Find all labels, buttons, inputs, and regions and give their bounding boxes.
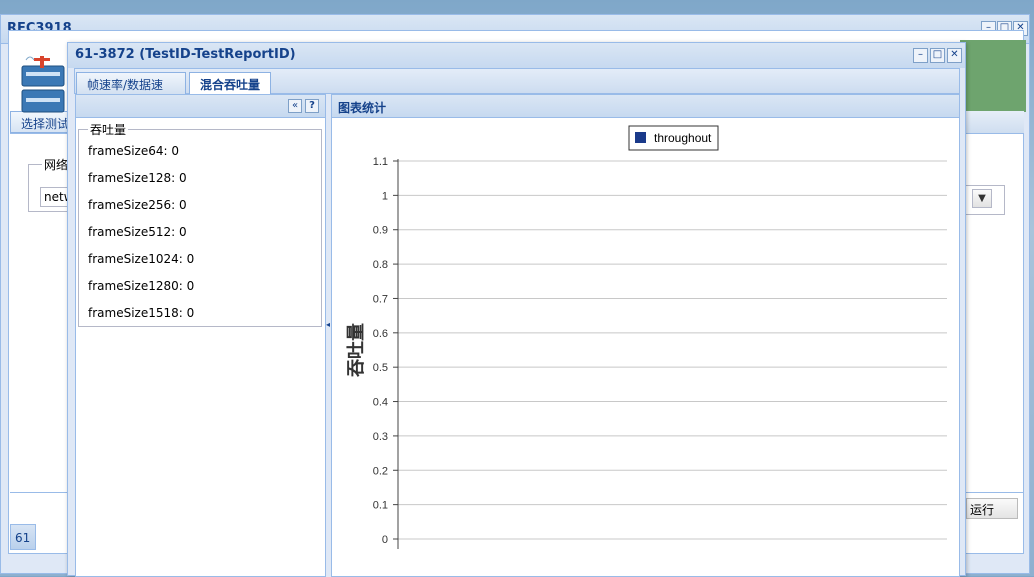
maximize-icon[interactable]: □ [930,48,945,63]
report-tab-bar: 帧速率/数据速率 混合吞吐量 [74,68,960,109]
frame-size-item: frameSize64: 0 [88,144,179,158]
run-button[interactable]: 运行 [966,498,1018,519]
throughput-panel: « ? 吞吐量 frameSize64: 0 frameSize128: 0 f… [75,94,326,577]
report-window-title: 61-3872 (TestID-TestReportID) [75,47,296,62]
y-tick-label: 0.5 [373,362,388,374]
frame-size-item: frameSize512: 0 [88,225,187,239]
frame-size-item: frameSize1518: 0 [88,306,195,320]
frame-size-item: frameSize1280: 0 [88,279,195,293]
y-axis-label: 吞吐量 [345,323,367,377]
taskbar-item[interactable]: 61 [10,524,36,550]
throughput-panel-header: « ? [76,95,325,118]
chevron-down-icon[interactable]: ▼ [972,189,992,208]
y-tick-label: 0.1 [373,500,388,512]
frame-size-item: frameSize128: 0 [88,171,187,185]
report-window: 61-3872 (TestID-TestReportID) – □ ✕ 帧速率/… [67,42,966,577]
y-tick-label: 0.9 [373,225,388,237]
chart-panel-header: 图表统计 [332,95,959,118]
network-legend: 网络 [42,156,71,173]
report-title-bar: 61-3872 (TestID-TestReportID) – □ ✕ [68,43,965,68]
y-tick-label: 0.2 [373,465,388,477]
y-tick-label: 0.8 [373,259,388,271]
chart-panel-title: 图表统计 [338,101,387,115]
y-tick-label: 0 [382,534,388,546]
double-chevron-left-icon[interactable]: « [288,99,302,113]
banner-graphic [960,40,1026,112]
y-tick-label: 0.6 [373,328,388,340]
chart-panel: 图表统计 throughout 0 0.1 0.2 0.3 0.4 0.5 0.6 0.7 0.8… [331,94,960,577]
y-tick-label: 0.7 [373,293,388,305]
help-icon[interactable]: ? [305,99,319,113]
legend-label: throughout [654,131,712,145]
throughput-chart: throughout 0 0.1 0.2 0.3 0.4 0.5 0.6 0.7 0.8 0.9 1 1… [345,125,947,549]
app-logo-icon [21,56,65,113]
minimize-icon[interactable]: – [913,48,928,63]
close-icon[interactable]: ✕ [947,48,962,63]
tab-frame-rate[interactable]: 帧速率/数据速率 [76,72,186,109]
y-tick-label: 0.4 [373,397,388,409]
throughput-legend: 吞吐量 [88,121,129,138]
tab-mixed-throughput[interactable]: 混合吞吐量 [189,72,271,95]
frame-size-item: frameSize256: 0 [88,198,187,212]
y-tick-label: 1 [382,190,388,202]
legend-swatch [635,132,646,143]
y-tick-label: 1.1 [373,156,388,168]
frame-size-item: frameSize1024: 0 [88,252,195,266]
y-tick-label: 0.3 [373,431,388,443]
